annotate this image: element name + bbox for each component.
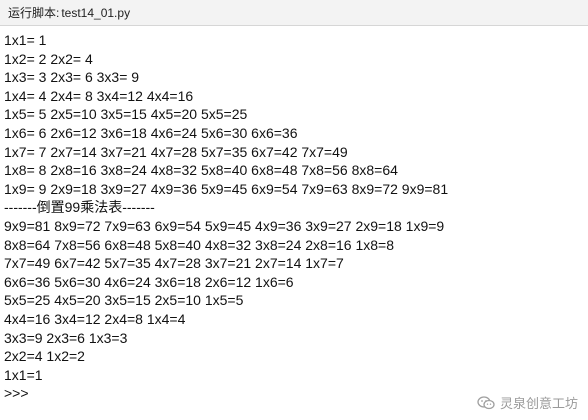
script-output-window: 运行脚本: test14_01.py 1x1= 1 1x2= 2 2x2= 4 1x… bbox=[0, 0, 588, 420]
console-line: 1x3= 3 2x3= 6 3x3= 9 bbox=[4, 69, 140, 86]
script-name: test14_01.py bbox=[61, 5, 131, 20]
console-line: 1x2= 2 2x2= 4 bbox=[4, 50, 93, 67]
console-line: 4x4=16 3x4=12 2x4=8 1x4=4 bbox=[4, 310, 186, 327]
console-line: 1x1= 1 bbox=[4, 32, 47, 48]
console-line: 7x7=49 6x7=42 5x7=35 4x7=28 3x7=21 2x7=1… bbox=[4, 255, 344, 272]
watermark: 灵泉创意工坊 bbox=[477, 393, 578, 412]
console-line: 1x6= 6 2x6=12 3x6=18 4x6=24 5x6=30 6x6=3… bbox=[4, 124, 298, 141]
console-line: 1x9= 9 2x9=18 3x9=27 4x9=36 5x9=45 6x9=5… bbox=[4, 180, 449, 197]
watermark-text: 灵泉创意工坊 bbox=[499, 397, 578, 412]
console-line: 1x5= 5 2x5=10 3x5=15 4x5=20 5x5=25 bbox=[4, 106, 248, 123]
title-prefix: 运行脚本: bbox=[8, 6, 60, 20]
wechat-icon bbox=[477, 395, 495, 410]
console-line: 6x6=36 5x6=30 4x6=24 3x6=18 2x6=12 1x6=6 bbox=[4, 273, 294, 290]
console-line: 1x7= 7 2x7=14 3x7=21 4x7=28 5x7=35 6x7=4… bbox=[4, 143, 348, 160]
console-line: 9x9=81 8x9=72 7x9=63 6x9=54 5x9=45 4x9=3… bbox=[4, 217, 445, 234]
console-line: 8x8=64 7x8=56 6x8=48 5x8=40 4x8=32 3x8=2… bbox=[4, 236, 395, 253]
console-line: 1x1=1 bbox=[4, 366, 43, 383]
console-line: 5x5=25 4x5=20 3x5=15 2x5=10 1x5=5 bbox=[4, 292, 244, 309]
console-line: 2x2=4 1x2=2 bbox=[4, 348, 85, 365]
title-bar: 运行脚本: test14_01.py bbox=[0, 0, 588, 26]
console-output[interactable]: 1x1= 1 1x2= 2 2x2= 4 1x3= 3 2x3= 6 3x3= 91… bbox=[4, 31, 588, 403]
console-line: 1x8= 8 2x8=16 3x8=24 4x8=32 5x8=40 6x8=4… bbox=[4, 162, 398, 179]
console-line: 3x3=9 2x3=6 1x3=3 bbox=[4, 329, 128, 346]
console-line: 1x4= 4 2x4= 8 3x4=12 4x4=16 bbox=[4, 87, 194, 104]
console-line: -------倒置99乘法表------- bbox=[4, 199, 155, 216]
